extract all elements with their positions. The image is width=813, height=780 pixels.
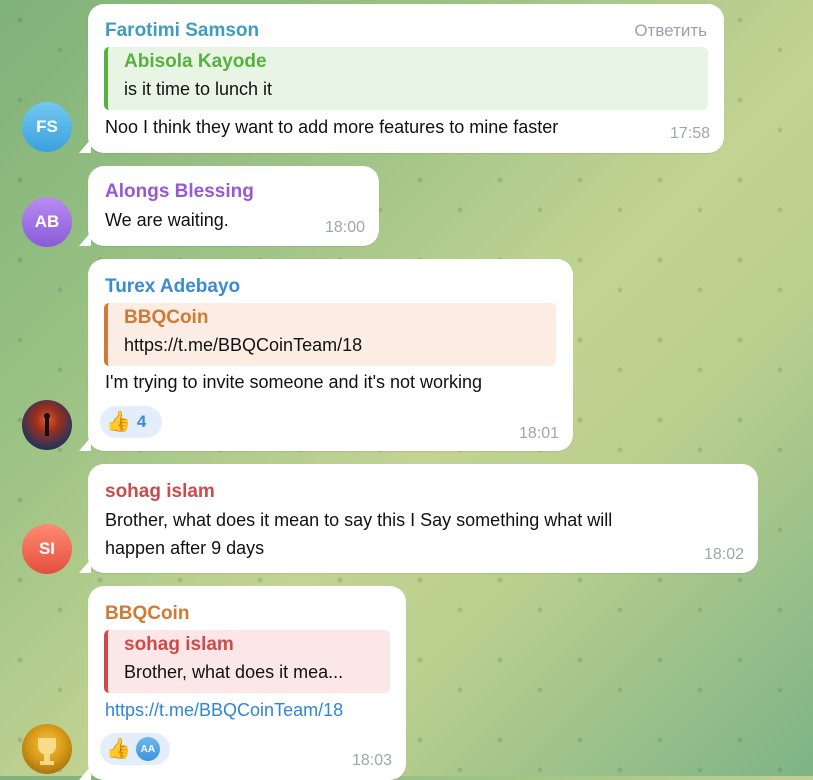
reply-text: Brother, what does it mea...	[124, 662, 344, 682]
message-text: We are waiting.	[105, 210, 229, 230]
message-bubble[interactable]: BBQCoin sohag islam Brother, what does i…	[79, 586, 406, 780]
trophy-icon	[38, 738, 56, 765]
message-bubble[interactable]: Farotimi Samson Ответить Abisola Kayode …	[79, 4, 724, 153]
message-bubble[interactable]: sohag islam Brother, what does it mean t…	[79, 464, 758, 573]
message-time: 18:02	[703, 546, 744, 563]
reaction-chip[interactable]: 👍 AA	[100, 733, 170, 765]
reply-quote[interactable]: BBQCoin https://t.me/BBQCoinTeam/18	[104, 303, 556, 366]
reaction-count: 4	[136, 412, 147, 431]
sender-name[interactable]: sohag islam	[105, 481, 215, 503]
message-bubble[interactable]: Alongs Blessing We are waiting. 18:00	[79, 166, 379, 246]
reply-quote[interactable]: sohag islam Brother, what does it mea...	[104, 630, 390, 693]
message-time: 18:01	[518, 425, 559, 442]
message-text: I'm trying to invite someone and it's no…	[105, 372, 483, 392]
avatar-initials: SI	[38, 539, 56, 558]
sender-name[interactable]: Farotimi Samson	[105, 20, 259, 42]
message-time: 18:00	[324, 219, 365, 236]
thumbs-up-icon: 👍	[106, 738, 131, 760]
reply-text: is it time to lunch it	[124, 79, 273, 99]
avatar[interactable]: FS	[22, 102, 72, 152]
reply-text: https://t.me/BBQCoinTeam/18	[124, 335, 363, 355]
sender-name[interactable]: BBQCoin	[105, 603, 189, 625]
reply-quote[interactable]: Abisola Kayode is it time to lunch it	[104, 47, 708, 110]
message-time: 17:58	[669, 125, 710, 142]
message-bubble[interactable]: Turex Adebayo BBQCoin https://t.me/BBQCo…	[79, 259, 573, 451]
message-text: Noo I think they want to add more featur…	[105, 117, 559, 137]
reply-button[interactable]: Ответить	[634, 21, 707, 41]
message-text-line-2: happen after 9 days	[105, 538, 265, 558]
sender-name[interactable]: Turex Adebayo	[105, 276, 240, 298]
thumbs-up-icon: 👍	[106, 411, 131, 433]
avatar[interactable]	[22, 724, 72, 774]
avatar-initials: AB	[34, 212, 60, 231]
reply-sender: Abisola Kayode	[124, 51, 267, 72]
reply-sender: sohag islam	[124, 634, 234, 655]
message-time: 18:03	[351, 752, 392, 769]
sender-name[interactable]: Alongs Blessing	[105, 181, 254, 203]
reactor-avatar: AA	[135, 737, 160, 761]
avatar[interactable]	[22, 400, 72, 450]
reply-sender: BBQCoin	[124, 307, 209, 328]
message-text-line-1: Brother, what does it mean to say this I…	[105, 510, 613, 530]
avatar[interactable]: SI	[22, 524, 72, 574]
avatar-photo-icon	[44, 413, 50, 436]
avatar[interactable]: AB	[22, 197, 72, 247]
avatar-initials: FS	[36, 117, 58, 136]
reaction-chip[interactable]: 👍 4	[100, 406, 162, 438]
message-link[interactable]: https://t.me/BBQCoinTeam/18	[105, 700, 343, 721]
